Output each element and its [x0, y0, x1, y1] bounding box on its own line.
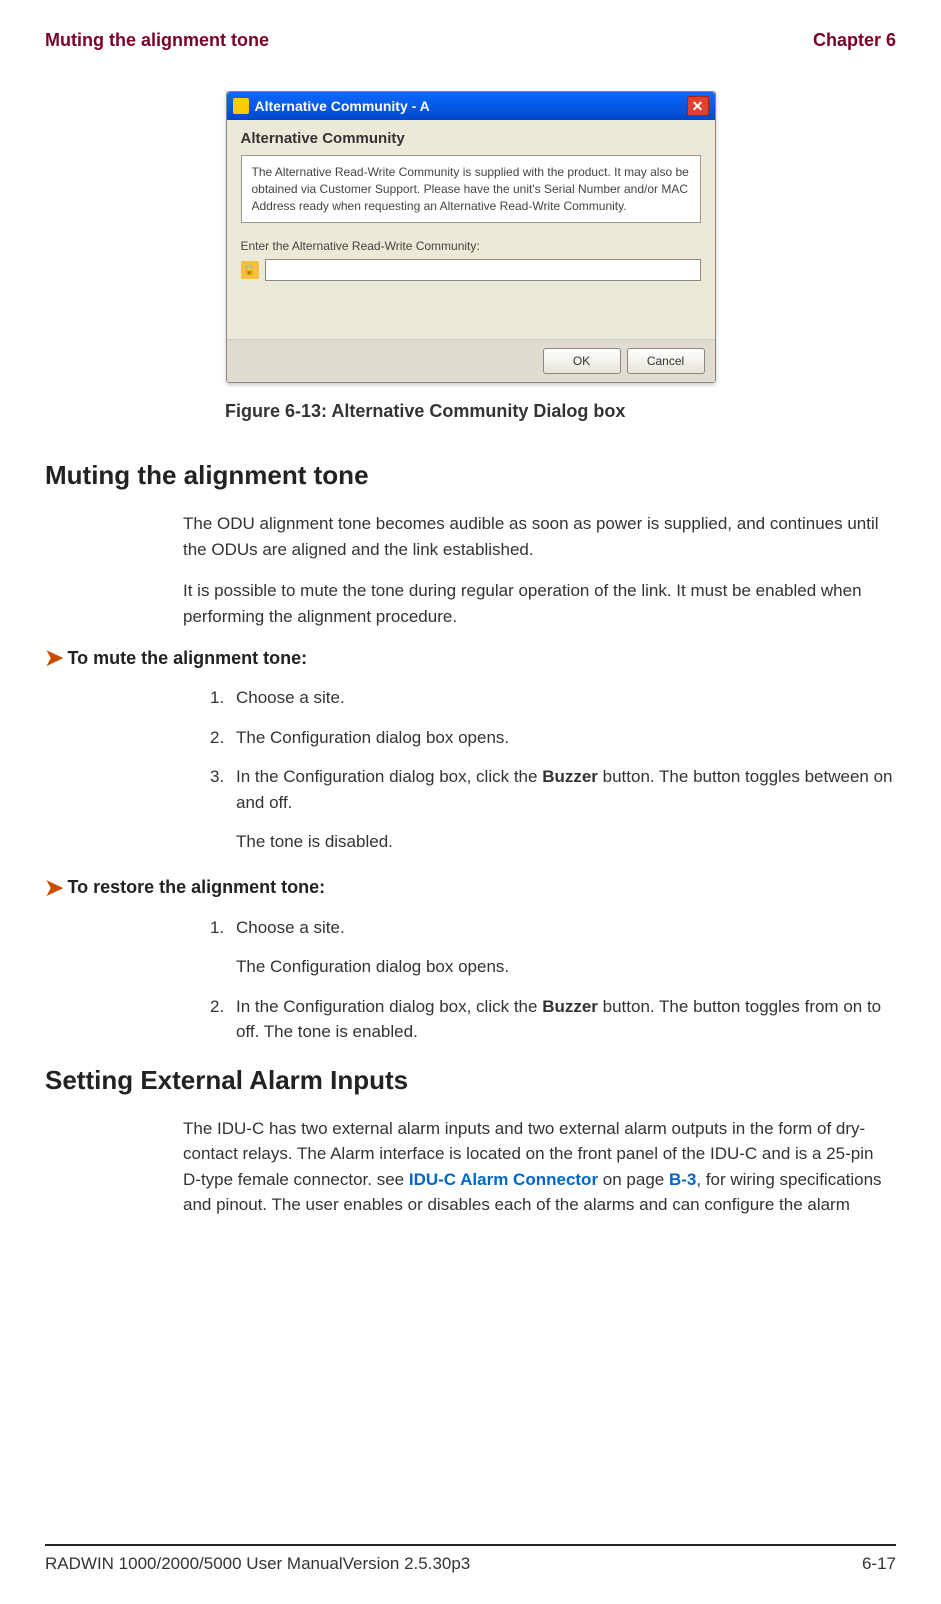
- list-item: 3. In the Configuration dialog box, clic…: [210, 764, 896, 815]
- link-page-b3[interactable]: B-3: [669, 1170, 696, 1189]
- page-header-right: Chapter 6: [813, 30, 896, 51]
- chevron-right-icon: ➤: [45, 645, 63, 671]
- lock-icon: 🔒: [241, 261, 259, 279]
- step-continuation: The Configuration dialog box opens.: [236, 954, 896, 980]
- list-item: 1. Choose a site.: [210, 685, 896, 711]
- body-paragraph: It is possible to mute the tone during r…: [183, 578, 896, 629]
- dialog-info-text: The Alternative Read-Write Community is …: [241, 155, 701, 223]
- dialog-field-label: Enter the Alternative Read-Write Communi…: [241, 239, 701, 253]
- chevron-right-icon: ➤: [45, 875, 63, 901]
- list-item: 2. In the Configuration dialog box, clic…: [210, 994, 896, 1045]
- procedure-heading-mute: ➤ To mute the alignment tone:: [45, 645, 896, 671]
- footer-right: 6-17: [862, 1554, 896, 1574]
- step-list-mute: 1. Choose a site. 2. The Configuration d…: [210, 685, 896, 855]
- list-item: 1. Choose a site.: [210, 915, 896, 941]
- dialog-screenshot-container: Alternative Community - A ✕ Alternative …: [45, 91, 896, 383]
- ok-button[interactable]: OK: [543, 348, 621, 374]
- procedure-heading-text: To mute the alignment tone:: [67, 648, 307, 669]
- section-heading-alarm: Setting External Alarm Inputs: [45, 1065, 896, 1096]
- dialog-titlebar: Alternative Community - A ✕: [227, 92, 715, 120]
- body-paragraph: The ODU alignment tone becomes audible a…: [183, 511, 896, 562]
- page-footer: RADWIN 1000/2000/5000 User ManualVersion…: [45, 1544, 896, 1574]
- page-header-left: Muting the alignment tone: [45, 30, 269, 51]
- procedure-heading-restore: ➤ To restore the alignment tone:: [45, 875, 896, 901]
- step-continuation: The tone is disabled.: [236, 829, 896, 855]
- link-idu-c-alarm[interactable]: IDU-C Alarm Connector: [409, 1170, 598, 1189]
- dialog-app-icon: [233, 98, 249, 114]
- section-heading-muting: Muting the alignment tone: [45, 460, 896, 491]
- figure-caption: Figure 6-13: Alternative Community Dialo…: [145, 401, 896, 422]
- procedure-heading-text: To restore the alignment tone:: [67, 877, 325, 898]
- step-list-restore: 1. Choose a site. The Configuration dial…: [210, 915, 896, 1045]
- footer-left: RADWIN 1000/2000/5000 User ManualVersion…: [45, 1554, 470, 1574]
- body-paragraph: The IDU-C has two external alarm inputs …: [183, 1116, 896, 1218]
- close-icon[interactable]: ✕: [687, 96, 709, 116]
- dialog-title: Alternative Community - A: [255, 98, 430, 114]
- alternative-community-dialog: Alternative Community - A ✕ Alternative …: [226, 91, 716, 383]
- list-item: 2. The Configuration dialog box opens.: [210, 725, 896, 751]
- community-input[interactable]: [265, 259, 701, 281]
- dialog-heading: Alternative Community: [241, 130, 701, 147]
- cancel-button[interactable]: Cancel: [627, 348, 705, 374]
